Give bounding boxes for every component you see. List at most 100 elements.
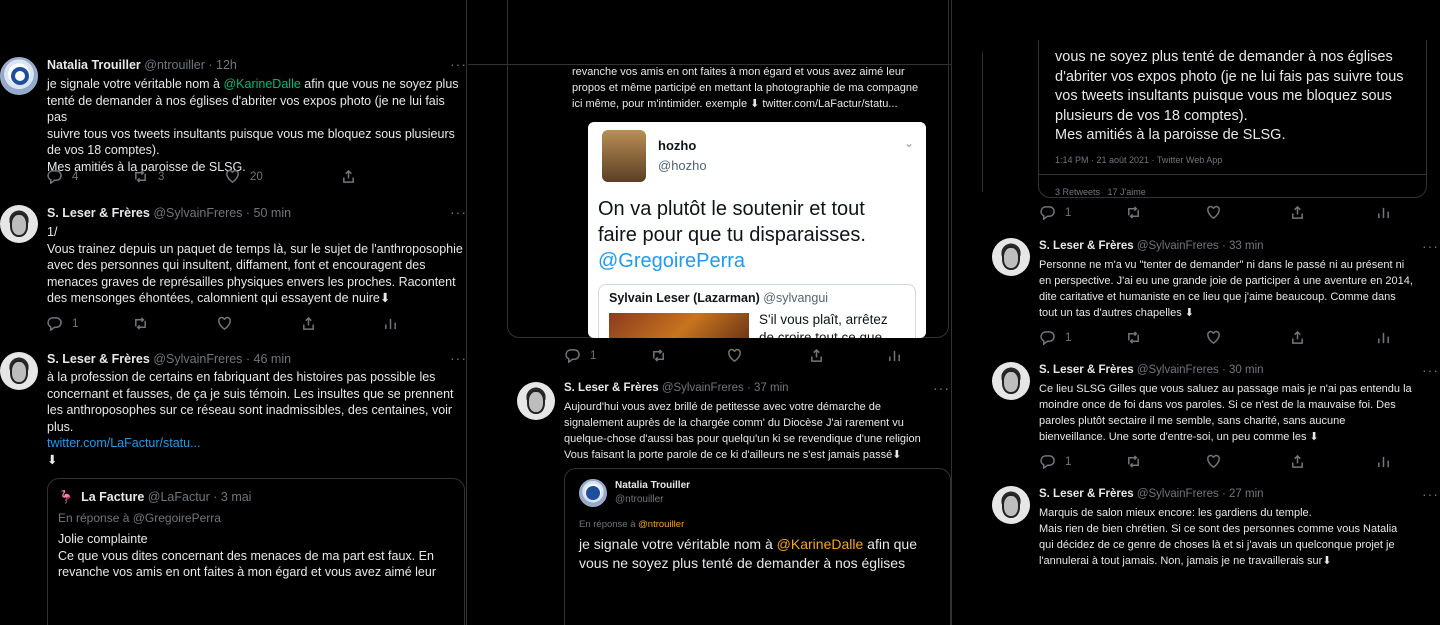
more-options-icon[interactable]: ··· — [933, 380, 950, 396]
chevron-down-icon: ⌄ — [904, 136, 915, 150]
embedded-tweet-screenshot[interactable]: hozho @hozho ⌄ On va plutôt le soutenir … — [588, 122, 926, 338]
author-handle[interactable]: @LaFactur · 3 mai — [148, 490, 252, 504]
author-handle[interactable]: @ntrouiller · 12h — [144, 58, 237, 72]
analytics-button[interactable] — [887, 348, 902, 363]
reply-button[interactable]: 1 — [1040, 454, 1126, 469]
author-handle[interactable]: @SylvainFreres · 37 min — [662, 382, 789, 394]
retweet-button[interactable]: 3 — [133, 169, 225, 184]
author-name[interactable]: S. Leser & Frères — [1039, 488, 1134, 500]
more-options-icon[interactable]: ··· — [450, 350, 466, 366]
share-button[interactable] — [301, 316, 383, 331]
reply-button[interactable]: 1 — [1040, 205, 1126, 220]
text-fragment: je signale votre véritable nom à — [579, 536, 777, 552]
avatar[interactable] — [992, 486, 1030, 524]
avatar[interactable] — [0, 352, 38, 390]
like-button[interactable] — [727, 348, 809, 363]
text-line: ici même, pour m'intimider. exemple ⬇ tw… — [572, 98, 898, 110]
more-options-icon[interactable]: ··· — [1422, 362, 1439, 378]
share-button[interactable] — [809, 348, 887, 363]
reply-button[interactable]: 1 — [565, 348, 651, 363]
analytics-button[interactable] — [1376, 205, 1391, 220]
quoted-tweet[interactable]: 🦩 La Facture @LaFactur · 3 mai En répons… — [47, 478, 465, 625]
reply-icon — [1040, 331, 1055, 345]
author-name[interactable]: S. Leser & Frères — [47, 206, 150, 220]
reply-count: 4 — [72, 170, 79, 183]
share-button[interactable] — [1290, 205, 1376, 220]
like-button[interactable] — [1206, 454, 1290, 469]
like-button[interactable]: 20 — [225, 169, 341, 184]
reply-count: 1 — [72, 317, 79, 330]
reply-button[interactable]: 4 — [47, 169, 133, 184]
analytics-icon — [385, 318, 396, 330]
retweet-count: 3 — [158, 170, 165, 183]
author-name[interactable]: S. Leser & Frères — [564, 382, 659, 394]
avatar[interactable] — [0, 205, 38, 243]
text-line: Ce que vous dites concernant des menaces… — [58, 548, 434, 563]
tweet-leser-5[interactable]: S. Leser & Frères @SylvainFreres · 30 mi… — [952, 352, 1440, 476]
tweet-leser-4[interactable]: S. Leser & Frères @SylvainFreres · 33 mi… — [952, 228, 1440, 352]
retweet-button[interactable] — [133, 316, 217, 331]
author-name[interactable]: S. Leser & Frères — [47, 352, 150, 366]
quoted-tweet[interactable]: Natalia Trouiller @ntrouiller En réponse… — [564, 468, 951, 625]
author-handle[interactable]: @SylvainFreres · 33 min — [1137, 240, 1264, 252]
down-arrow-icon: ⬇ — [47, 452, 58, 467]
heart-icon — [1207, 205, 1220, 220]
reply-icon — [47, 170, 62, 184]
avatar[interactable] — [992, 238, 1030, 276]
text-line: vos tweets insultants puisque vous me bl… — [1055, 88, 1392, 104]
analytics-icon — [1378, 332, 1389, 344]
tweet-text: Ce lieu SLSG Gilles que vous saluez au p… — [1039, 381, 1439, 445]
reply-button[interactable]: 1 — [1040, 330, 1126, 345]
author-handle: @sylvangui — [763, 291, 829, 305]
like-button[interactable] — [217, 316, 301, 331]
retweet-button[interactable] — [1126, 454, 1206, 469]
author-name[interactable]: S. Leser & Frères — [1039, 240, 1134, 252]
text-line: vous ne soyez plus tenté de demander à n… — [1055, 49, 1393, 65]
author-handle[interactable]: @SylvainFreres · 46 min — [153, 352, 291, 366]
tweet-link[interactable]: twitter.com/LaFactur/statu... — [47, 435, 466, 452]
tweet-leser-6[interactable]: S. Leser & Frères @SylvainFreres · 27 mi… — [952, 476, 1440, 625]
quote-text: vous ne soyez plus tenté de demander à n… — [1055, 48, 1425, 146]
analytics-button[interactable] — [1376, 454, 1391, 469]
like-button[interactable] — [1206, 205, 1290, 220]
author-name[interactable]: La Facture — [81, 490, 144, 504]
more-options-icon[interactable]: ··· — [450, 204, 466, 220]
tweet-actions: 4 3 20 — [47, 169, 356, 184]
analytics-button[interactable] — [1376, 330, 1391, 345]
tweet-leser-3[interactable]: S. Leser & Frères @SylvainFreres · 37 mi… — [467, 372, 951, 625]
retweet-button[interactable] — [1126, 205, 1206, 220]
avatar[interactable] — [992, 362, 1030, 400]
text-fragment: je signale votre véritable nom à — [47, 77, 224, 91]
author-name[interactable]: S. Leser & Frères — [1039, 364, 1134, 376]
timestamp: 1:14 PM · 21 août 2021 · Twitter Web App — [1055, 155, 1223, 165]
more-options-icon[interactable]: ··· — [1422, 238, 1439, 254]
tweet-leser-2[interactable]: S. Leser & Frères @SylvainFreres · 46 mi… — [0, 342, 466, 625]
author-handle[interactable]: @SylvainFreres · 27 min — [1137, 488, 1264, 500]
quoted-tweet-continued[interactable]: vous ne soyez plus tenté de demander à n… — [1038, 40, 1427, 198]
author-handle[interactable]: @SylvainFreres · 30 min — [1137, 364, 1264, 376]
tweet-leser-1[interactable]: S. Leser & Frères @SylvainFreres · 50 mi… — [0, 195, 466, 340]
more-options-icon[interactable]: ··· — [1422, 486, 1439, 502]
text-line: Marquis de salon mieux encore: les gardi… — [1039, 507, 1312, 519]
author-handle[interactable]: @SylvainFreres · 50 min — [153, 206, 291, 220]
reply-button[interactable]: 1 — [47, 316, 133, 331]
share-button[interactable] — [1290, 454, 1376, 469]
retweet-button[interactable] — [1126, 330, 1206, 345]
author-name[interactable]: Natalia Trouiller — [47, 58, 141, 72]
embedded-quote: Sylvain Leser (Lazarman) @sylvangui S'il… — [598, 284, 916, 338]
analytics-button[interactable] — [383, 316, 398, 331]
more-options-icon[interactable]: ··· — [450, 56, 466, 72]
text-line: des mensonges éhontées, calomnient qui e… — [47, 291, 391, 305]
tweet-text: je signale votre véritable nom à @Karine… — [47, 76, 466, 175]
mention-link[interactable]: @KarineDalle — [223, 77, 300, 91]
retweet-icon — [1128, 455, 1139, 468]
avatar[interactable] — [0, 57, 38, 95]
like-button[interactable] — [1206, 330, 1290, 345]
tweet-natalia[interactable]: Natalia Trouiller @ntrouiller · 12h ··· … — [0, 0, 466, 190]
reply-icon — [47, 317, 62, 331]
retweet-button[interactable] — [651, 348, 727, 363]
share-button[interactable] — [341, 169, 356, 184]
share-button[interactable] — [1290, 330, 1376, 345]
quoted-tweet-continued[interactable]: revanche vos amis en ont faites à mon ég… — [468, 0, 951, 338]
avatar[interactable] — [517, 382, 555, 420]
